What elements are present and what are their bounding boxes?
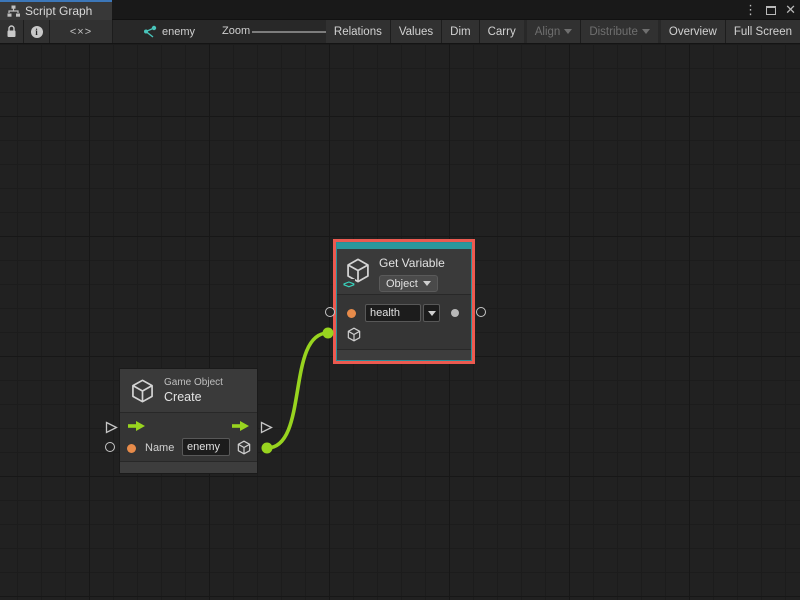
chevron-down-icon: [564, 29, 572, 34]
variable-name-dropdown-button[interactable]: [423, 304, 440, 322]
tab-script-graph[interactable]: Script Graph: [0, 0, 112, 20]
name-input-port[interactable]: [105, 442, 115, 452]
node-category: Game Object: [164, 377, 223, 388]
window-titlebar: Script Graph ⋮ ✕: [0, 0, 800, 20]
gameobject-target-cube-icon: [346, 326, 362, 343]
tab-label: Script Graph: [25, 4, 92, 18]
control-input-arrow-icon: [127, 420, 146, 432]
script-graph-icon: [7, 5, 20, 18]
chevron-down-icon: [428, 311, 436, 316]
distribute-button: Distribute: [581, 20, 658, 43]
value-output-port[interactable]: [476, 307, 486, 317]
zoom-label: Zoom: [222, 20, 250, 43]
lock-button[interactable]: [0, 20, 24, 43]
control-output-port[interactable]: [260, 421, 273, 434]
variable-kind-dropdown[interactable]: Object: [379, 275, 438, 292]
overview-button[interactable]: Overview: [661, 20, 726, 43]
node-create-gameobject[interactable]: Game Object Create Name: [120, 369, 257, 473]
window-menu-icon[interactable]: ⋮: [744, 0, 757, 20]
name-value-field[interactable]: [182, 438, 230, 456]
info-icon: i: [31, 26, 43, 38]
control-input-port[interactable]: [105, 421, 118, 434]
chevron-down-icon: [642, 29, 650, 34]
variable-name-field[interactable]: [365, 304, 421, 322]
node-get-variable[interactable]: <> Get Variable Object: [336, 242, 472, 361]
dim-button[interactable]: Dim: [442, 20, 479, 43]
variable-cube-icon: <>: [344, 256, 374, 288]
chevron-down-icon: [423, 281, 431, 286]
graph-name: enemy: [162, 26, 195, 38]
variable-name-input-port[interactable]: [325, 307, 335, 317]
graph-selector[interactable]: enemy: [136, 20, 201, 43]
param-label: Name: [145, 442, 174, 454]
code-preview-button[interactable]: <×>: [50, 20, 113, 43]
gameobject-output-port-connected: [262, 443, 273, 454]
value-output-dot: [451, 309, 459, 317]
node-title: Get Variable: [379, 256, 445, 270]
gameobject-target-port-connected: [323, 328, 334, 339]
node-footer: [120, 461, 257, 473]
align-button: Align: [527, 20, 582, 43]
full-screen-button[interactable]: Full Screen: [726, 20, 800, 43]
carry-button[interactable]: Carry: [480, 20, 524, 43]
graph-canvas[interactable]: Game Object Create Name: [0, 44, 800, 600]
graph-reference-icon: [142, 25, 157, 39]
code-icon: <×>: [70, 26, 92, 38]
node-footer: [337, 349, 471, 360]
close-icon[interactable]: ✕: [785, 0, 796, 20]
selection-outline: <> Get Variable Object: [333, 239, 475, 364]
graph-toolbar: i <×> enemy Zoom 1x Relations Values Dim…: [0, 20, 800, 44]
gameobject-cube-icon: [129, 377, 156, 405]
lock-icon: [6, 25, 17, 38]
info-button[interactable]: i: [24, 20, 50, 43]
values-button[interactable]: Values: [391, 20, 442, 43]
node-title: Create: [164, 390, 202, 404]
variable-brackets-icon: <>: [342, 279, 355, 291]
relations-button[interactable]: Relations: [326, 20, 391, 43]
control-output-arrow-icon: [231, 420, 250, 432]
maximize-icon[interactable]: [766, 6, 776, 15]
name-port-dot: [347, 309, 356, 318]
gameobject-output-cube-icon: [236, 439, 252, 456]
name-port-dot: [127, 444, 136, 453]
